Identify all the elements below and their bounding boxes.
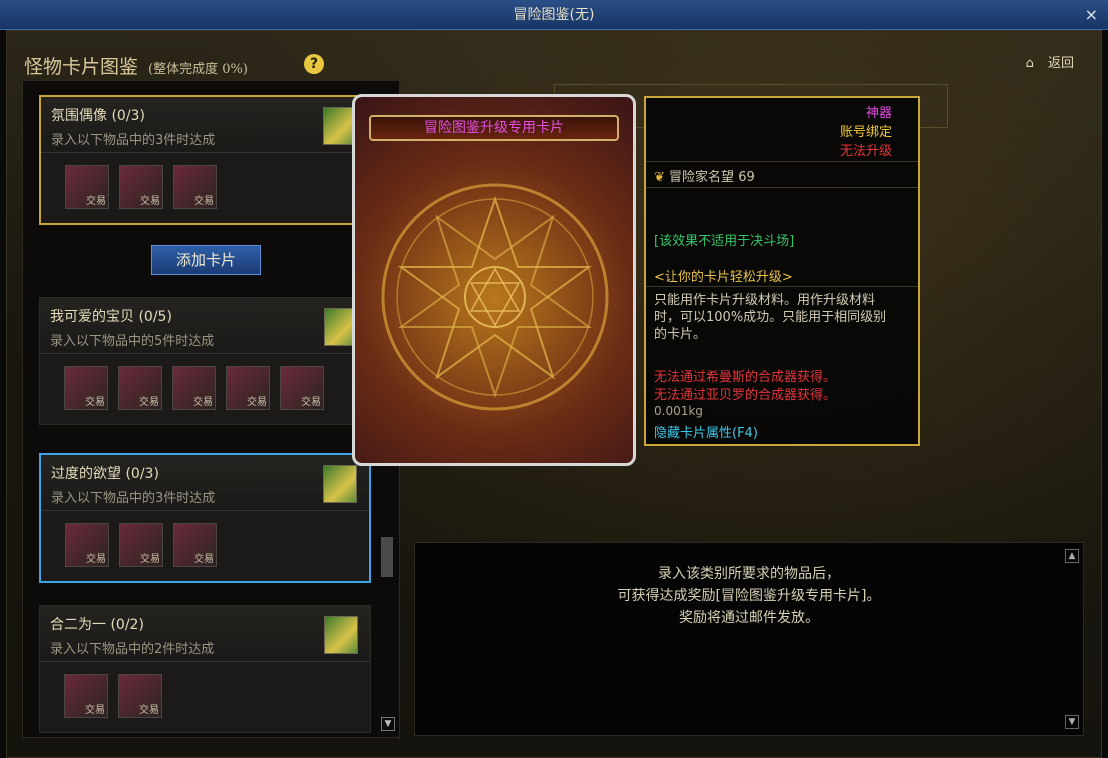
close-icon[interactable]: × [1085, 0, 1098, 30]
card-set-name: 合二为一 (0/2) [50, 617, 144, 633]
card-slots: 交易 交易 交易 [41, 153, 369, 223]
card-set-desc: 录入以下物品中的3件时达成 [51, 133, 216, 148]
card-slot[interactable]: 交易 [172, 366, 216, 410]
card-slot[interactable]: 交易 [118, 674, 162, 718]
pvp-note: [该效果不适用于决斗场] [654, 234, 795, 249]
fame-icon: ❦ [654, 170, 665, 185]
rarity-text: 神器 [865, 106, 892, 121]
tooltip-header: 神器 账号绑定 无法升级 [646, 98, 918, 162]
window-title: 冒险图鉴(无) [513, 7, 595, 23]
slot-tag: 交易 [140, 554, 160, 565]
item-description: 只能用作卡片升级材料。用作升级材料时，可以100%成功。只能用于相同级别的卡片。 [654, 293, 887, 342]
magic-circle-icon [381, 183, 609, 411]
card-slot[interactable]: 交易 [119, 523, 163, 567]
card-set-item[interactable]: 我可爱的宝贝 (0/5) 录入以下物品中的5件时达成 交易 交易 交易 交易 交… [39, 297, 371, 425]
slot-tag: 交易 [193, 397, 213, 408]
top-right-nav: ⌂ 返回 [1016, 52, 1074, 71]
card-slots: 交易 交易 交易 [41, 511, 369, 581]
list-scroll-down-icon[interactable]: ▼ [381, 717, 395, 731]
slot-tag: 交易 [247, 397, 267, 408]
slot-tag: 交易 [301, 397, 321, 408]
fame-value: 69 [738, 170, 755, 185]
home-icon[interactable]: ⌂ [1026, 56, 1034, 71]
restriction-text-1: 无法通过希曼斯的合成器获得。 [654, 370, 837, 385]
card-slot[interactable]: 交易 [173, 523, 217, 567]
back-button[interactable]: 返回 [1048, 56, 1074, 71]
bind-text: 账号绑定 [839, 125, 892, 140]
slot-tag: 交易 [140, 196, 160, 207]
hidden-attr-hint: 隐藏卡片属性(F4) [654, 426, 758, 441]
flavor-text: <让你的卡片轻松升级> [654, 270, 793, 285]
fame-label: 冒险家名望 [669, 170, 735, 185]
info-line-2: 可获得达成奖励[冒险图鉴升级专用卡片]。 [617, 588, 881, 604]
card-slot[interactable]: 交易 [64, 366, 108, 410]
info-line-1: 录入该类别所要求的物品后， [658, 566, 840, 582]
reward-card-icon[interactable] [324, 616, 358, 654]
card-set-item[interactable]: 氛围偶像 (0/3) 录入以下物品中的3件时达成 交易 交易 交易 [39, 95, 371, 225]
card-set-list: 氛围偶像 (0/3) 录入以下物品中的3件时达成 交易 交易 交易 添加卡片 我… [22, 80, 400, 738]
card-slot[interactable]: 交易 [280, 366, 324, 410]
card-set-name: 过度的欲望 (0/3) [51, 466, 159, 482]
card-set-header: 过度的欲望 (0/3) 录入以下物品中的3件时达成 [41, 455, 369, 511]
slot-tag: 交易 [86, 196, 106, 207]
info-scroll-down-icon[interactable]: ▼ [1065, 715, 1079, 729]
slot-tag: 交易 [86, 554, 106, 565]
card-set-header: 我可爱的宝贝 (0/5) 录入以下物品中的5件时达成 [40, 298, 370, 354]
card-set-name: 氛围偶像 (0/3) [51, 108, 145, 124]
item-tooltip: 神器 账号绑定 无法升级 ❦ 冒险家名望 69 [该效果不适用于决斗场] <让你… [644, 96, 920, 446]
item-weight: 0.001kg [654, 404, 703, 418]
card-set-header: 氛围偶像 (0/3) 录入以下物品中的3件时达成 [41, 97, 369, 153]
tooltip-divider [646, 286, 918, 287]
card-slot[interactable]: 交易 [64, 674, 108, 718]
card-set-desc: 录入以下物品中的2件时达成 [50, 642, 215, 657]
card-slot[interactable]: 交易 [118, 366, 162, 410]
card-slot[interactable]: 交易 [226, 366, 270, 410]
slot-tag: 交易 [85, 705, 105, 716]
window-titlebar: 冒险图鉴(无) × [0, 0, 1108, 30]
info-scroll-up-icon[interactable]: ▲ [1065, 549, 1079, 563]
slot-tag: 交易 [194, 554, 214, 565]
reward-info-panel: 录入该类别所要求的物品后， 可获得达成奖励[冒险图鉴升级专用卡片]。 奖励将通过… [414, 542, 1084, 736]
card-slot[interactable]: 交易 [65, 165, 109, 209]
card-set-desc: 录入以下物品中的3件时达成 [51, 491, 216, 506]
card-slot[interactable]: 交易 [173, 165, 217, 209]
reward-card-icon[interactable] [323, 465, 357, 503]
card-slots: 交易 交易 [40, 662, 370, 732]
slot-tag: 交易 [139, 397, 159, 408]
help-icon[interactable]: ? [304, 54, 324, 74]
fame-row: ❦ 冒险家名望 69 [646, 162, 918, 188]
card-preview: 冒险图鉴升级专用卡片 [352, 94, 636, 466]
card-set-desc: 录入以下物品中的5件时达成 [50, 334, 215, 349]
upgrade-text: 无法升级 [839, 144, 892, 159]
completion-text: (整体完成度 0%) [148, 62, 248, 77]
card-set-name: 我可爱的宝贝 (0/5) [50, 309, 172, 325]
info-line-3: 奖励将通过邮件发放。 [679, 610, 819, 626]
slot-tag: 交易 [139, 705, 159, 716]
card-slot[interactable]: 交易 [65, 523, 109, 567]
restriction-text-2: 无法通过亚贝罗的合成器获得。 [654, 388, 837, 403]
card-slot[interactable]: 交易 [119, 165, 163, 209]
page-title-text: 怪物卡片图鉴 [24, 56, 139, 78]
page-title: 怪物卡片图鉴 (整体完成度 0%) [24, 52, 248, 79]
card-preview-banner: 冒险图鉴升级专用卡片 [369, 115, 619, 141]
list-scroll-thumb[interactable] [381, 537, 393, 577]
card-set-item[interactable]: 过度的欲望 (0/3) 录入以下物品中的3件时达成 交易 交易 交易 [39, 453, 371, 583]
add-card-button[interactable]: 添加卡片 [151, 245, 261, 275]
card-set-item[interactable]: 合二为一 (0/2) 录入以下物品中的2件时达成 交易 交易 [39, 605, 371, 733]
slot-tag: 交易 [194, 196, 214, 207]
slot-tag: 交易 [85, 397, 105, 408]
card-set-header: 合二为一 (0/2) 录入以下物品中的2件时达成 [40, 606, 370, 662]
card-slots: 交易 交易 交易 交易 交易 [40, 354, 370, 424]
